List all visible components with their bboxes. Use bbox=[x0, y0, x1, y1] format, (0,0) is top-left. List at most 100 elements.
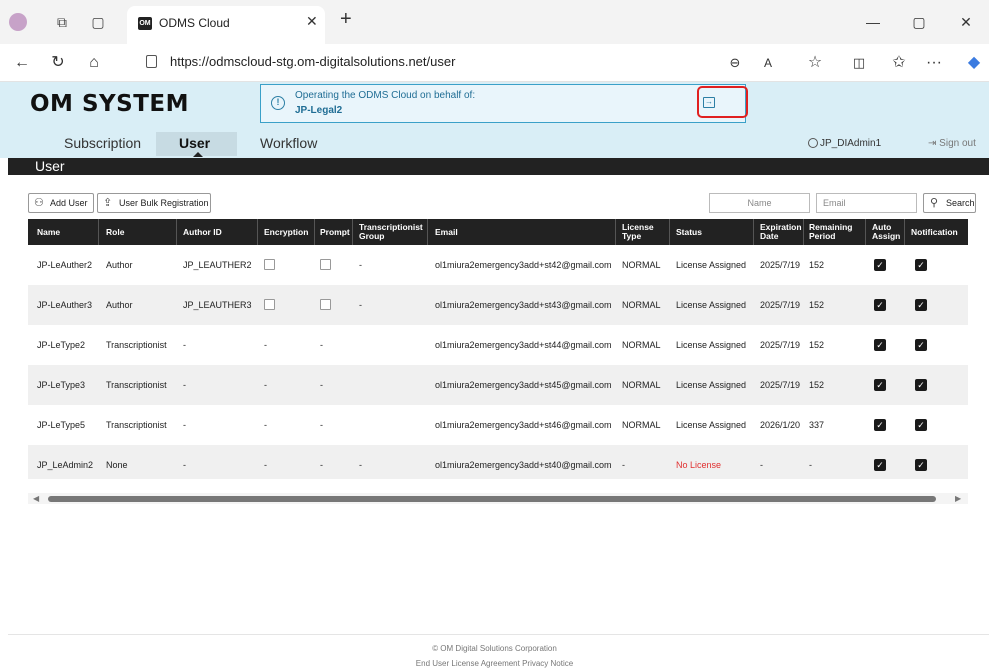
notification-checkbox[interactable]: ✓ bbox=[915, 459, 927, 471]
copilot-icon[interactable]: ◆ bbox=[964, 53, 984, 73]
auto-assign-checkbox[interactable]: ✓ bbox=[874, 259, 886, 271]
cell-expiration: 2025/7/19 bbox=[760, 300, 801, 310]
name-search-input[interactable]: Name bbox=[709, 193, 810, 213]
email-search-input[interactable]: Email bbox=[816, 193, 917, 213]
window-close-icon[interactable]: ✕ bbox=[943, 8, 989, 36]
cell-expiration: 2025/7/19 bbox=[760, 340, 801, 350]
bulk-registration-button[interactable]: ⇪ User Bulk Registration bbox=[97, 193, 211, 213]
new-tab-icon[interactable]: + bbox=[340, 9, 352, 29]
col-separator bbox=[615, 219, 616, 245]
table-row[interactable]: JP-LeType3 Transcriptionist - - - ol1miura2em… bbox=[28, 365, 968, 405]
scroll-right-icon[interactable]: ▶ bbox=[955, 493, 961, 504]
cell-prompt: - bbox=[320, 340, 323, 350]
prompt-checkbox[interactable] bbox=[320, 299, 331, 310]
cell-remaining: 152 bbox=[809, 300, 825, 310]
cell-remaining: - bbox=[809, 460, 812, 470]
tab-subscription[interactable]: Subscription bbox=[64, 135, 141, 151]
cell-name: JP-LeType5 bbox=[37, 420, 86, 430]
home-icon[interactable]: ⌂ bbox=[84, 53, 104, 73]
col-prompt[interactable]: Prompt bbox=[317, 219, 350, 245]
auto-assign-checkbox[interactable]: ✓ bbox=[874, 299, 886, 311]
maximize-icon[interactable]: ▢ bbox=[896, 8, 942, 36]
cell-email: ol1miura2emergency3add+st45@gmail.com bbox=[435, 380, 612, 390]
table-row[interactable]: JP_LeAdmin2 None - - - - ol1miura2emergency3ad… bbox=[28, 445, 968, 479]
cell-expiration: - bbox=[760, 460, 763, 470]
workspaces-icon[interactable]: ⧉ bbox=[52, 12, 72, 32]
url-host: https://odmscloud-stg.om-digitalsolution… bbox=[170, 54, 427, 69]
col-notification[interactable]: Notification bbox=[908, 219, 958, 245]
sign-out-link[interactable]: ⇥ Sign out bbox=[928, 138, 976, 149]
notification-checkbox[interactable]: ✓ bbox=[915, 299, 927, 311]
cell-role: Transcriptionist bbox=[106, 420, 167, 430]
col-author-id[interactable]: Author ID bbox=[180, 219, 222, 245]
col-separator bbox=[257, 219, 258, 245]
cell-encryption: - bbox=[264, 380, 267, 390]
notification-checkbox[interactable]: ✓ bbox=[915, 419, 927, 431]
favorites-icon[interactable]: ✩ bbox=[889, 53, 909, 73]
notification-checkbox[interactable]: ✓ bbox=[915, 339, 927, 351]
col-separator bbox=[176, 219, 177, 245]
cell-author-id: - bbox=[183, 460, 186, 470]
cell-encryption: - bbox=[264, 340, 267, 350]
col-separator bbox=[427, 219, 428, 245]
prompt-checkbox[interactable] bbox=[320, 259, 331, 270]
read-aloud-icon[interactable]: A bbox=[758, 53, 778, 73]
auto-assign-checkbox[interactable]: ✓ bbox=[874, 419, 886, 431]
current-user: JP_DIAdmin1 bbox=[820, 138, 882, 149]
address-bar[interactable]: https://odmscloud-stg.om-digitalsolution… bbox=[170, 54, 455, 69]
col-email[interactable]: Email bbox=[432, 219, 458, 245]
proxy-banner: ! Operating the ODMS Cloud on behalf of:… bbox=[260, 84, 746, 123]
footer-divider bbox=[8, 634, 989, 635]
om-system-logo: OM SYSTEM bbox=[30, 91, 190, 117]
cell-license: NORMAL bbox=[622, 420, 661, 430]
col-remaining-period[interactable]: Remaining Period bbox=[806, 219, 854, 245]
col-name[interactable]: Name bbox=[34, 219, 60, 245]
banner-text: Operating the ODMS Cloud on behalf of: bbox=[295, 90, 476, 101]
notification-checkbox[interactable]: ✓ bbox=[915, 259, 927, 271]
tab-workflow[interactable]: Workflow bbox=[260, 135, 317, 151]
scroll-left-icon[interactable]: ◀ bbox=[33, 493, 39, 504]
more-menu-icon[interactable]: ··· bbox=[924, 53, 944, 73]
cell-remaining: 337 bbox=[809, 420, 825, 430]
col-auto-assign[interactable]: Auto Assign bbox=[869, 219, 903, 245]
refresh-icon[interactable]: ↻ bbox=[48, 53, 68, 73]
cell-expiration: 2025/7/19 bbox=[760, 260, 801, 270]
cell-author-id: JP_LEAUTHER3 bbox=[183, 300, 252, 310]
col-transcriptionist-group[interactable]: Transcriptionist Group bbox=[356, 219, 426, 245]
notification-checkbox[interactable]: ✓ bbox=[915, 379, 927, 391]
auto-assign-checkbox[interactable]: ✓ bbox=[874, 459, 886, 471]
table-row[interactable]: JP-LeAuther3 Author JP_LEAUTHER3 - ol1miura2… bbox=[28, 285, 968, 325]
cell-encryption: - bbox=[264, 420, 267, 430]
app-header: OM SYSTEM ! Operating the ODMS Cloud on … bbox=[0, 82, 989, 158]
footer-links[interactable]: End User License Agreement Privacy Notic… bbox=[0, 659, 989, 668]
profile-avatar-icon[interactable] bbox=[9, 13, 27, 31]
add-user-button[interactable]: ⚇ Add User bbox=[28, 193, 94, 213]
tab-close-icon[interactable]: ✕ bbox=[306, 13, 318, 30]
browser-tab[interactable]: OM ODMS Cloud ✕ bbox=[127, 6, 325, 44]
back-icon[interactable]: ← bbox=[12, 53, 32, 73]
zoom-icon[interactable]: ⊖ bbox=[725, 53, 745, 73]
col-status[interactable]: Status bbox=[673, 219, 702, 245]
tab-user[interactable]: User bbox=[179, 135, 210, 151]
favorite-star-icon[interactable]: ☆ bbox=[805, 53, 825, 73]
table-row[interactable]: JP-LeAuther2 Author JP_LEAUTHER2 - ol1miura2… bbox=[28, 245, 968, 285]
auto-assign-checkbox[interactable]: ✓ bbox=[874, 379, 886, 391]
horizontal-scrollbar[interactable]: ◀ ▶ bbox=[28, 493, 968, 504]
col-encryption[interactable]: Encryption bbox=[261, 219, 308, 245]
minimize-icon[interactable]: — bbox=[850, 8, 896, 36]
search-button[interactable]: ⚲ Search bbox=[923, 193, 976, 213]
exit-proxy-icon[interactable]: → bbox=[703, 97, 715, 108]
auto-assign-checkbox[interactable]: ✓ bbox=[874, 339, 886, 351]
split-screen-icon[interactable]: ◫ bbox=[849, 53, 869, 73]
col-license-type[interactable]: License Type bbox=[619, 219, 659, 245]
tab-actions-icon[interactable]: ▢ bbox=[88, 12, 108, 32]
cell-group bbox=[356, 365, 359, 405]
table-row[interactable]: JP-LeType5 Transcriptionist - - - ol1miura2em… bbox=[28, 405, 968, 445]
col-role[interactable]: Role bbox=[103, 219, 124, 245]
table-row[interactable]: JP-LeType2 Transcriptionist - - - ol1miura2em… bbox=[28, 325, 968, 365]
col-expiration-date[interactable]: Expiration Date bbox=[757, 219, 802, 245]
lock-icon[interactable] bbox=[146, 55, 157, 68]
scroll-thumb[interactable] bbox=[48, 496, 936, 502]
encryption-checkbox[interactable] bbox=[264, 259, 275, 270]
encryption-checkbox[interactable] bbox=[264, 299, 275, 310]
